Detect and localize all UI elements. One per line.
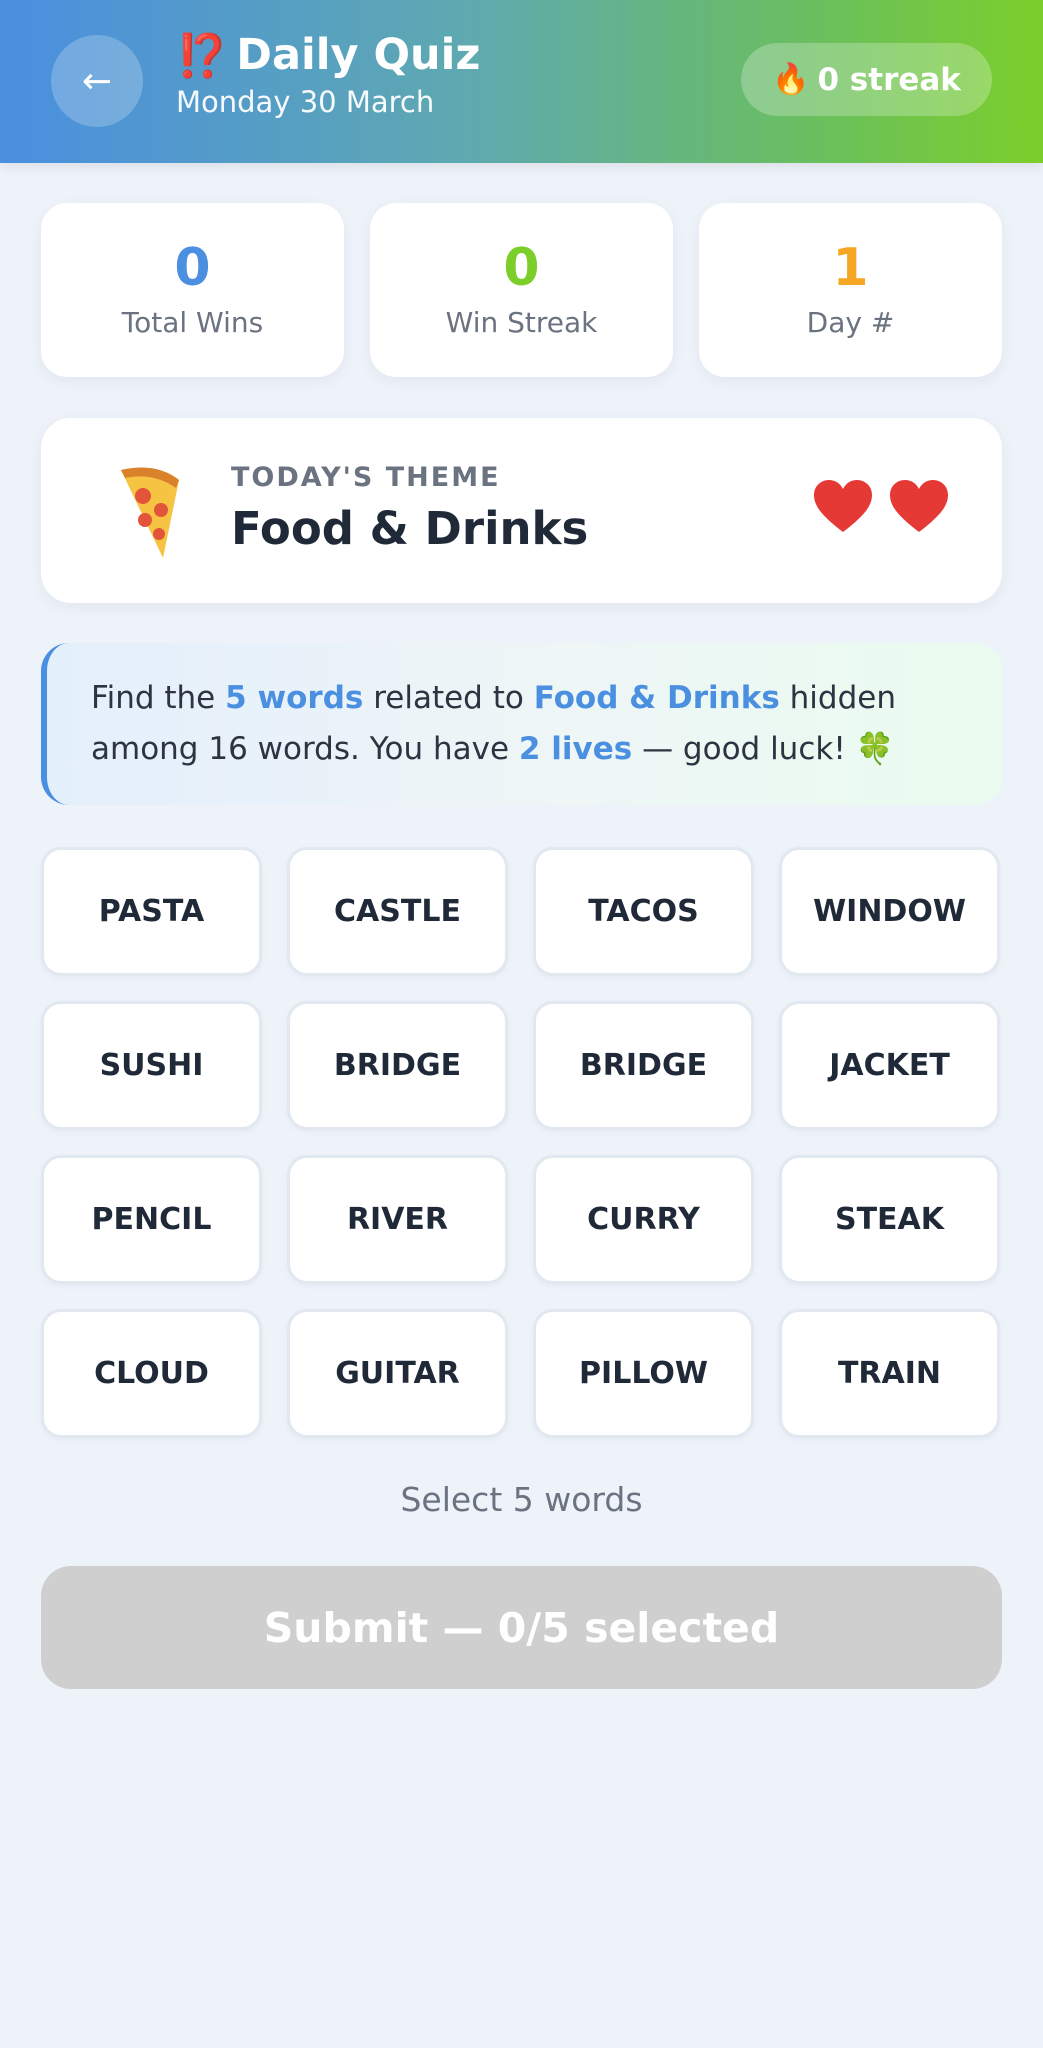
exclamation-question-icon: ⁉️ bbox=[176, 30, 229, 80]
title-block: ⁉️ Daily Quiz Monday 30 March bbox=[176, 30, 481, 120]
date-label: Monday 30 March bbox=[176, 85, 435, 120]
back-button[interactable]: ← bbox=[51, 35, 143, 127]
stat-label: Day # bbox=[806, 305, 895, 339]
instructions-text: — good luck! bbox=[632, 731, 856, 767]
instructions-box: Find the 5 words related to Food & Drink… bbox=[41, 643, 1002, 805]
page-title: Daily Quiz bbox=[236, 30, 481, 80]
instructions-text: Find the bbox=[91, 680, 226, 716]
word-tile[interactable]: TACOS bbox=[533, 847, 754, 976]
word-tile[interactable]: CURRY bbox=[533, 1155, 754, 1284]
heart-icon bbox=[814, 480, 872, 532]
stat-value: 0 bbox=[503, 238, 540, 299]
streak-badge[interactable]: 🔥 0 streak bbox=[741, 43, 992, 116]
word-tile[interactable]: SUSHI bbox=[41, 1001, 262, 1130]
lives-indicator bbox=[812, 478, 950, 536]
word-tile[interactable]: PASTA bbox=[41, 847, 262, 976]
word-tile[interactable]: BRIDGE bbox=[287, 1001, 508, 1130]
fire-icon: 🔥 bbox=[772, 62, 810, 97]
word-tile[interactable]: TRAIN bbox=[779, 1309, 1000, 1438]
theme-name: Food & Drinks bbox=[231, 502, 589, 555]
clover-icon: 🍀 bbox=[855, 731, 895, 767]
stat-label: Total Wins bbox=[121, 305, 264, 339]
stat-card-day-number: 1 Day # bbox=[699, 203, 1002, 377]
selection-hint: Select 5 words bbox=[400, 1480, 643, 1519]
stat-value: 0 bbox=[174, 238, 211, 299]
stat-label: Win Streak bbox=[445, 305, 598, 339]
word-tile[interactable]: CASTLE bbox=[287, 847, 508, 976]
word-tile[interactable]: BRIDGE bbox=[533, 1001, 754, 1130]
submit-button[interactable]: Submit — 0/5 selected bbox=[41, 1566, 1002, 1689]
streak-label: 0 streak bbox=[817, 61, 961, 98]
stat-value: 1 bbox=[832, 238, 869, 299]
word-tile[interactable]: GUITAR bbox=[287, 1309, 508, 1438]
instructions-text: related to bbox=[363, 680, 534, 716]
word-tile[interactable]: PILLOW bbox=[533, 1309, 754, 1438]
word-tile[interactable]: PENCIL bbox=[41, 1155, 262, 1284]
stat-card-total-wins: 0 Total Wins bbox=[41, 203, 344, 377]
heart-icon bbox=[890, 480, 948, 532]
instructions-lives: 2 lives bbox=[518, 731, 633, 767]
word-tile[interactable]: CLOUD bbox=[41, 1309, 262, 1438]
word-tile[interactable]: WINDOW bbox=[779, 847, 1000, 976]
pizza-icon bbox=[121, 467, 179, 558]
word-tile[interactable]: JACKET bbox=[779, 1001, 1000, 1130]
word-tile[interactable]: STEAK bbox=[779, 1155, 1000, 1284]
instructions-theme: Food & Drinks bbox=[533, 680, 780, 716]
instructions-count: 5 words bbox=[225, 680, 364, 716]
theme-label: TODAY'S THEME bbox=[231, 462, 501, 493]
word-grid: PASTA CASTLE TACOS WINDOW SUSHI BRIDGE B… bbox=[41, 847, 1003, 1438]
word-tile[interactable]: RIVER bbox=[287, 1155, 508, 1284]
header-bar: ← ⁉️ Daily Quiz Monday 30 March 🔥 0 stre… bbox=[0, 0, 1043, 163]
theme-card: TODAY'S THEME Food & Drinks bbox=[41, 418, 1002, 603]
arrow-left-icon: ← bbox=[81, 60, 113, 102]
stat-card-win-streak: 0 Win Streak bbox=[370, 203, 673, 377]
